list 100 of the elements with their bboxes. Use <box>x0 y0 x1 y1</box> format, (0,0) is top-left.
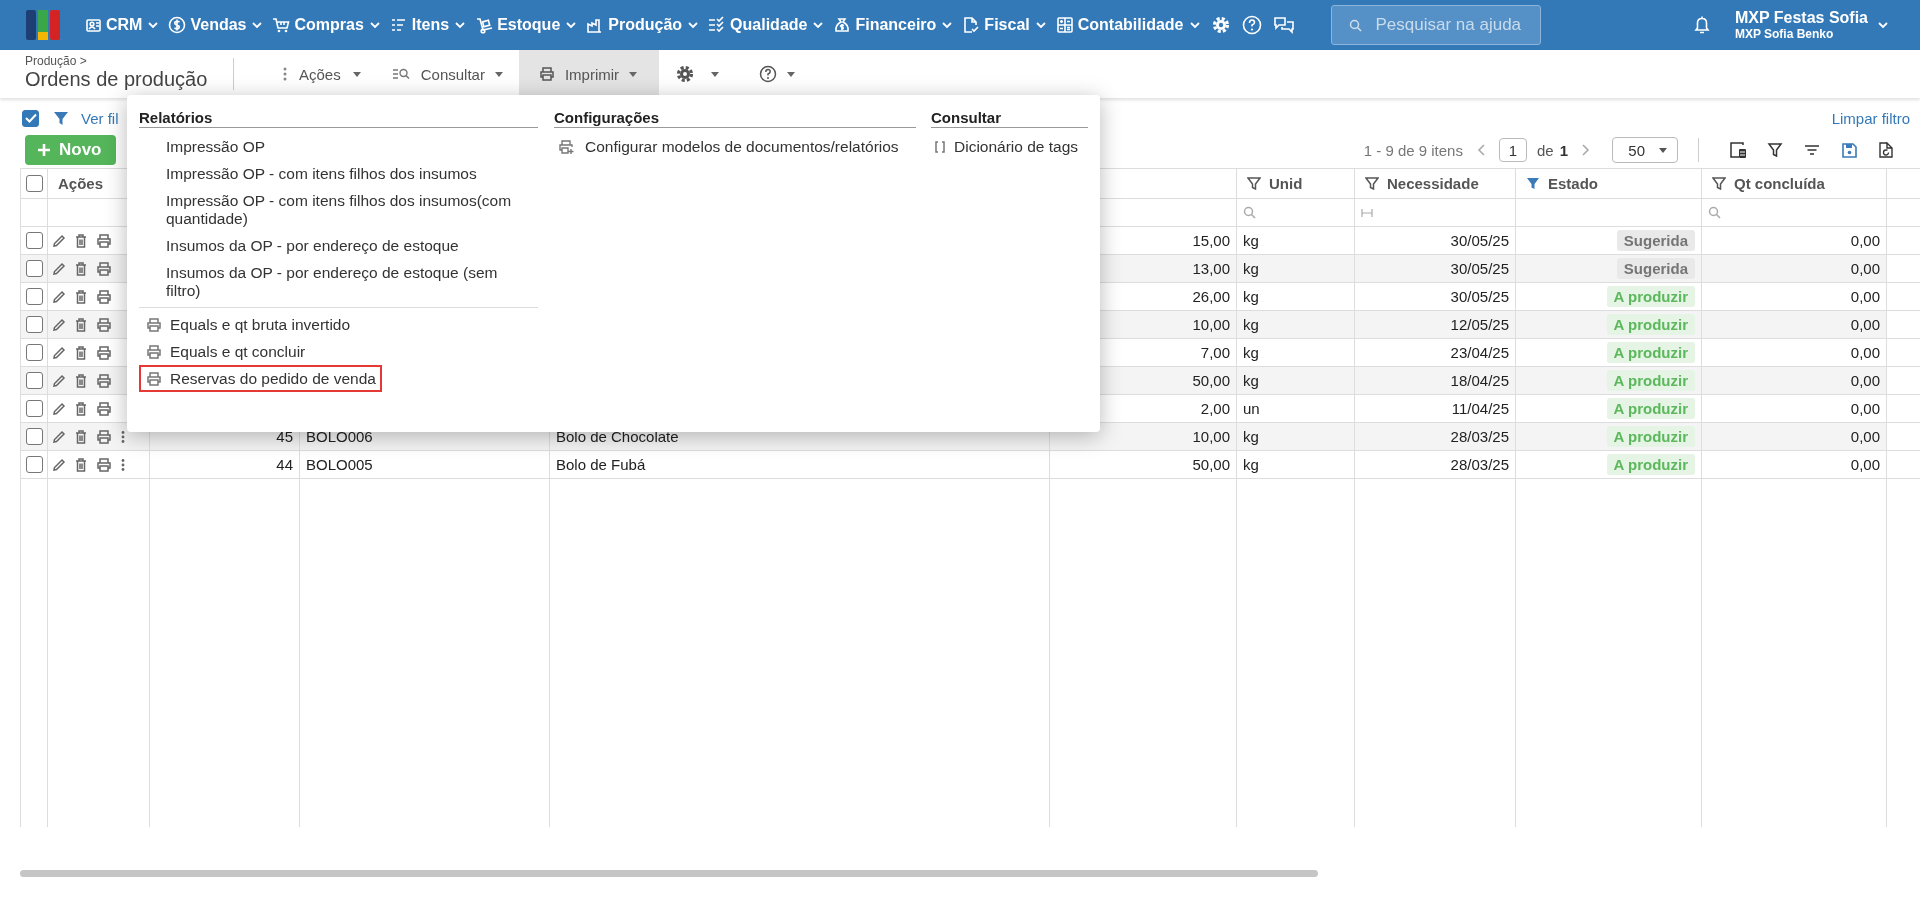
pencil-icon[interactable] <box>52 233 66 248</box>
table-cell: BOLO005 <box>300 451 550 479</box>
menu-item[interactable]: Insumos da OP - por endereço de estoque <box>139 232 538 259</box>
column-header[interactable]: Ações <box>58 175 104 192</box>
menu-item[interactable]: Impressão OP - com itens filhos dos insumos(com quantidade) <box>139 187 538 232</box>
checkbox[interactable] <box>22 109 39 127</box>
toolbar-button[interactable]: Consultar <box>376 50 519 98</box>
page-field[interactable]: 1 <box>1498 138 1527 162</box>
filter-link[interactable]: Ver fil <box>81 109 119 127</box>
chevron-down-icon <box>813 21 824 29</box>
trash-icon[interactable] <box>75 373 87 388</box>
nav-menu[interactable]: Produção <box>586 16 699 34</box>
filter-icon[interactable] <box>1712 177 1726 190</box>
nav-menu[interactable]: Financeiro <box>833 16 953 34</box>
search-icon <box>1708 206 1721 219</box>
menu-item[interactable]: Reservas do pedido de venda <box>139 365 382 392</box>
app-logo-icon[interactable] <box>26 10 60 40</box>
trash-icon[interactable] <box>75 261 87 276</box>
checkbox[interactable] <box>25 175 43 192</box>
hand-truck-icon <box>475 16 494 34</box>
filter-cell[interactable] <box>1355 199 1516 227</box>
help-icon[interactable] <box>1241 15 1262 35</box>
clear-filter-link[interactable]: Limpar filtro <box>1831 109 1910 127</box>
trash-icon[interactable] <box>75 429 87 444</box>
search-field[interactable]: Pesquisar na ajuda <box>1330 5 1541 45</box>
printer-icon <box>96 457 112 472</box>
checkbox[interactable] <box>25 456 43 473</box>
trash-icon[interactable] <box>75 401 87 416</box>
bell-icon[interactable] <box>1692 15 1711 35</box>
checkbox[interactable] <box>25 260 43 277</box>
menu-item[interactable]: Configurar modelos de documentos/relatórios <box>554 133 916 160</box>
filter-icon[interactable] <box>1767 142 1783 158</box>
save-icon[interactable] <box>1841 142 1857 158</box>
kebab-icon[interactable] <box>121 458 125 471</box>
toolbar-button[interactable]: Imprimir <box>518 50 660 98</box>
page-size-select[interactable]: 50 <box>1612 137 1678 163</box>
checkbox[interactable] <box>25 288 43 305</box>
column-header[interactable]: Unid <box>1269 175 1303 192</box>
sort-icon[interactable] <box>1804 142 1820 158</box>
pencil-icon[interactable] <box>52 261 66 276</box>
menu-item[interactable]: Impressão OP - com itens filhos dos insumos <box>139 160 538 187</box>
pencil-icon[interactable] <box>52 457 66 472</box>
checkbox[interactable] <box>25 232 43 249</box>
trash-icon[interactable] <box>75 345 87 360</box>
breadcrumb[interactable]: Produção > <box>25 54 225 68</box>
nav-menu[interactable]: CRM <box>84 16 159 34</box>
menu-item[interactable]: Insumos da OP - por endereço de estoque (sem filtro) <box>139 259 538 304</box>
table-cell: 12/05/25 <box>1355 311 1516 339</box>
caret-icon <box>352 71 361 77</box>
nav-menu[interactable]: Fiscal <box>962 16 1046 34</box>
chevron-down-icon <box>1878 21 1888 29</box>
user-menu[interactable]: MXP Festas Sofia MXP Sofia Benko <box>1734 9 1888 41</box>
filter-icon[interactable] <box>1365 177 1379 190</box>
nav-menu[interactable]: Qualidade <box>708 16 824 34</box>
reset-document-icon[interactable] <box>1878 142 1894 158</box>
column-header[interactable]: Qt concluída <box>1734 175 1825 192</box>
nav-menu[interactable]: Estoque <box>475 16 577 34</box>
column-header[interactable]: Estado <box>1548 175 1598 192</box>
menu-item[interactable]: Equals e qt concluir <box>139 338 538 365</box>
pencil-icon[interactable] <box>52 289 66 304</box>
nav-menu[interactable]: Contabilidade <box>1055 16 1200 34</box>
chevron-down-icon <box>566 21 577 29</box>
pencil-icon[interactable] <box>52 401 66 416</box>
table-cell: 18/04/25 <box>1355 367 1516 395</box>
columns-icon[interactable] <box>1730 142 1746 158</box>
company-name: MXP Sofia Benko <box>1734 27 1835 41</box>
pencil-icon[interactable] <box>52 429 66 444</box>
nav-menu[interactable]: Itens <box>389 16 466 34</box>
table-cell: kg <box>1237 423 1355 451</box>
menu-item[interactable]: Dicionário de tags <box>931 133 1088 160</box>
horizontal-scrollbar[interactable] <box>20 870 1318 877</box>
column-header[interactable]: Necessidade <box>1387 175 1479 192</box>
trash-icon[interactable] <box>75 289 87 304</box>
trash-icon[interactable] <box>75 317 87 332</box>
menu-item[interactable]: Impressão OP <box>139 133 538 160</box>
checkbox[interactable] <box>25 344 43 361</box>
filter-cell[interactable] <box>1237 199 1355 227</box>
trash-icon[interactable] <box>75 233 87 248</box>
kebab-icon[interactable] <box>121 430 125 443</box>
menu-section-title: Consultar <box>931 109 1088 128</box>
checkbox[interactable] <box>25 428 43 445</box>
menu-section-title: Configurações <box>554 109 916 128</box>
filter-icon[interactable] <box>1247 177 1261 190</box>
status-badge: A produzir <box>1606 454 1695 475</box>
trash-icon[interactable] <box>75 457 87 472</box>
checkbox[interactable] <box>25 316 43 333</box>
checkbox[interactable] <box>25 372 43 389</box>
settings-icon[interactable] <box>1210 15 1231 35</box>
caret-icon <box>1659 147 1667 153</box>
pencil-icon[interactable] <box>52 317 66 332</box>
nav-menu[interactable]: Compras <box>272 16 380 34</box>
filter-cell[interactable] <box>1516 199 1702 227</box>
checkbox[interactable] <box>25 400 43 417</box>
filter-cell[interactable] <box>1702 199 1887 227</box>
table-cell: kg <box>1237 311 1355 339</box>
pencil-icon[interactable] <box>52 345 66 360</box>
chat-icon[interactable] <box>1272 15 1295 35</box>
pencil-icon[interactable] <box>52 373 66 388</box>
menu-item[interactable]: Equals e qt bruta invertido <box>139 311 538 338</box>
nav-menu[interactable]: Vendas <box>168 16 263 34</box>
